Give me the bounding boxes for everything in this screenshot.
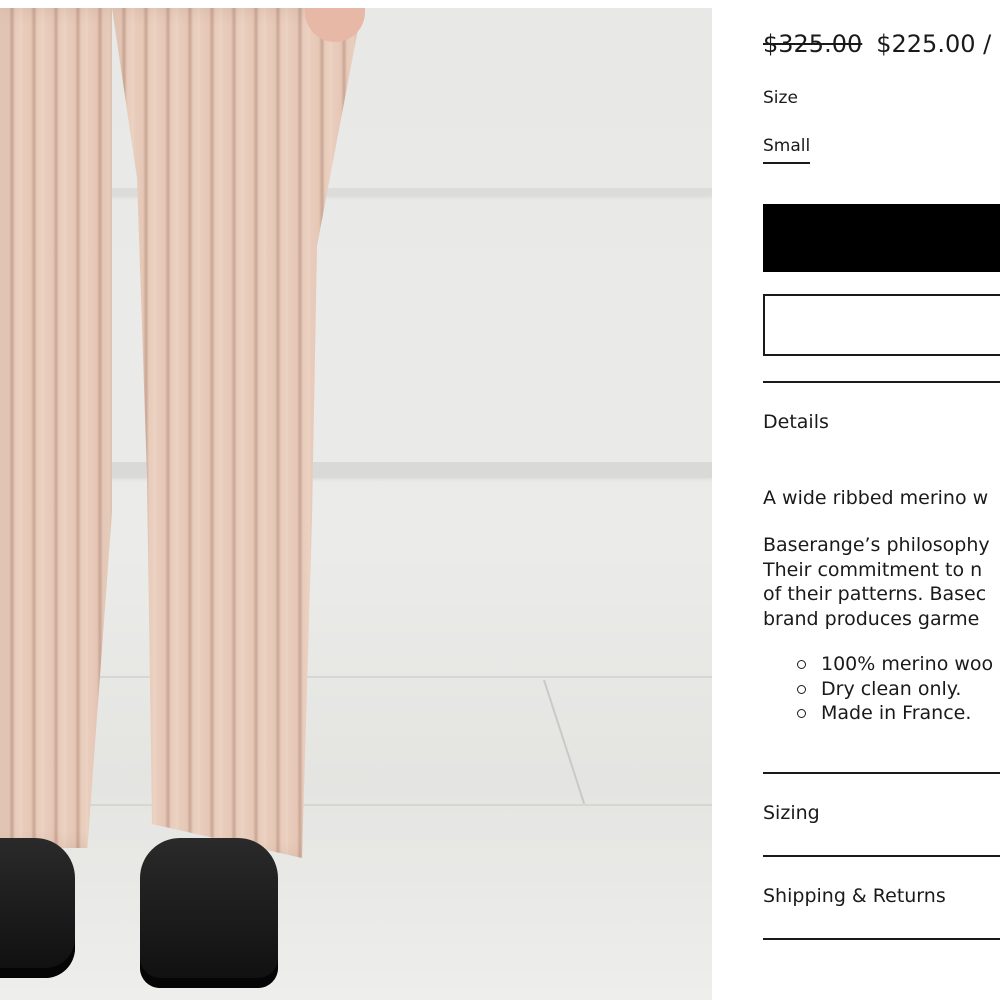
- price-separator: /: [983, 30, 992, 58]
- accordion-divider: [763, 381, 1000, 383]
- size-label: Size: [763, 88, 798, 108]
- floor-seam: [543, 679, 586, 804]
- accordion-divider: [763, 772, 1000, 774]
- list-item: 100% merino woo: [763, 652, 993, 677]
- accordion-sizing-toggle[interactable]: Sizing: [763, 802, 820, 824]
- pants-left-leg: [0, 8, 112, 848]
- details-line: brand produces garme: [763, 607, 980, 630]
- product-info-panel: $325.00 $225.00 / Size Small Details A wi…: [763, 0, 1000, 1000]
- accordion-divider: [763, 938, 1000, 940]
- details-body: Baserange’s philosophy Their commitment …: [763, 533, 990, 631]
- details-line: of their patterns. Basec: [763, 583, 987, 605]
- accordion-shipping-toggle[interactable]: Shipping & Returns: [763, 885, 946, 907]
- accordion-divider: [763, 855, 1000, 857]
- details-line: Their commitment to n: [763, 558, 983, 581]
- list-item: Made in France.: [763, 701, 993, 726]
- product-image[interactable]: [0, 8, 712, 1000]
- list-item: Dry clean only.: [763, 677, 993, 702]
- floor-line: [0, 804, 712, 806]
- sale-price: $225.00: [876, 30, 976, 58]
- loafer-right: [140, 838, 278, 988]
- price-row: $325.00 $225.00 /: [763, 30, 991, 58]
- size-option-small[interactable]: Small: [763, 136, 811, 164]
- original-price: $325.00: [763, 30, 863, 58]
- loafer-left: [0, 838, 75, 978]
- pants-right-leg: [112, 8, 362, 858]
- secondary-action-button[interactable]: [763, 294, 1000, 356]
- add-to-cart-button[interactable]: [763, 204, 1000, 272]
- details-intro: A wide ribbed merino w: [763, 487, 989, 509]
- details-bullet-list: 100% merino woo Dry clean only. Made in …: [763, 652, 993, 726]
- details-line: Baserange’s philosophy: [763, 534, 990, 556]
- accordion-details-toggle[interactable]: Details: [763, 411, 829, 433]
- floor-line: [0, 676, 712, 678]
